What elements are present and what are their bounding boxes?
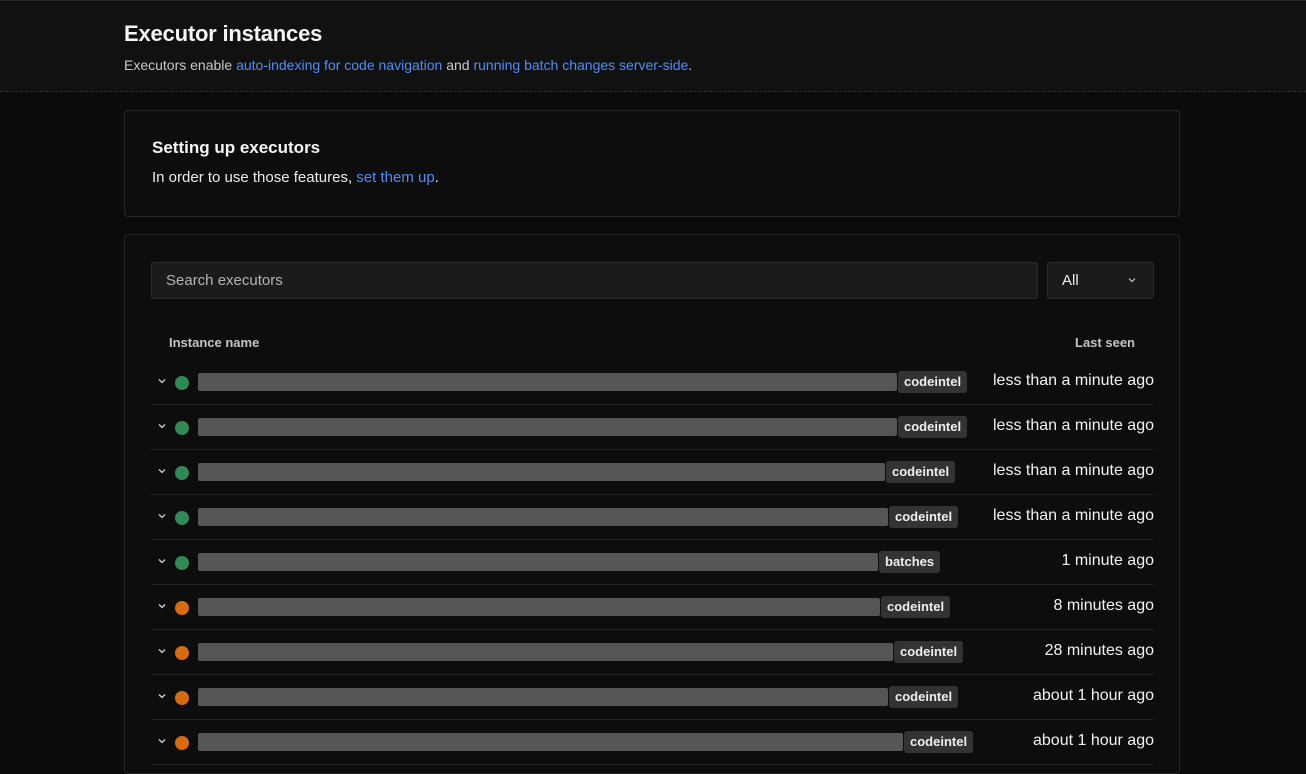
set-them-up-link[interactable]: set them up xyxy=(356,169,434,186)
chevron-down-icon[interactable] xyxy=(156,690,168,702)
executor-row[interactable]: codeintel about 1 hour ago xyxy=(151,720,1154,765)
redacted-instance-name xyxy=(198,373,897,391)
page-description: Executors enable auto-indexing for code … xyxy=(124,57,692,73)
callout-text-suffix: . xyxy=(434,169,439,186)
chevron-down-icon[interactable] xyxy=(156,510,168,522)
queue-badge: codeintel xyxy=(889,506,959,528)
search-input[interactable] xyxy=(151,262,1038,299)
executor-row[interactable]: codeintel less than a minute ago xyxy=(151,405,1154,450)
redacted-instance-name xyxy=(198,418,897,436)
queue-badge: codeintel xyxy=(894,641,964,663)
redacted-instance-name xyxy=(198,643,893,661)
chevron-down-icon[interactable] xyxy=(156,600,168,612)
last-seen: less than a minute ago xyxy=(993,372,1154,389)
redacted-instance-name xyxy=(198,733,903,751)
redacted-instance-name xyxy=(198,688,888,706)
last-seen: 28 minutes ago xyxy=(1044,642,1154,659)
queue-badge: batches xyxy=(879,551,941,573)
queue-badge: codeintel xyxy=(898,416,968,438)
callout-text: In order to use those features, set them… xyxy=(152,169,439,186)
page-description-mid: and xyxy=(442,57,474,73)
last-seen: less than a minute ago xyxy=(993,507,1154,524)
setup-callout: Setting up executors In order to use tho… xyxy=(124,110,1180,217)
callout-text-prefix: In order to use those features, xyxy=(152,169,357,186)
executor-row[interactable]: codeintel less than a minute ago xyxy=(151,495,1154,540)
status-indicator-icon xyxy=(175,691,189,705)
chevron-down-icon xyxy=(1128,278,1136,283)
executor-row[interactable]: codeintel less than a minute ago xyxy=(151,450,1154,495)
status-indicator-icon xyxy=(175,736,189,750)
page-description-prefix: Executors enable xyxy=(124,57,237,73)
last-seen: about 1 hour ago xyxy=(1033,732,1154,749)
filter-select-value: All xyxy=(1062,272,1079,289)
chevron-down-icon[interactable] xyxy=(156,735,168,747)
executor-list-card: All Instance name Last seen codeintel les… xyxy=(124,234,1180,774)
queue-badge: codeintel xyxy=(881,596,951,618)
filter-select[interactable]: All xyxy=(1047,262,1154,299)
chevron-down-icon[interactable] xyxy=(156,555,168,567)
chevron-down-icon[interactable] xyxy=(156,420,168,432)
callout-title: Setting up executors xyxy=(152,138,321,157)
last-seen: 8 minutes ago xyxy=(1053,597,1154,614)
last-seen: about 1 hour ago xyxy=(1033,687,1154,704)
page-header: Executor instances Executors enable auto… xyxy=(0,0,1306,92)
queue-badge: codeintel xyxy=(904,731,974,753)
status-indicator-icon xyxy=(175,646,189,660)
executor-row[interactable]: codeintel 28 minutes ago xyxy=(151,630,1154,675)
last-seen: 1 minute ago xyxy=(1061,552,1154,569)
chevron-down-icon[interactable] xyxy=(156,645,168,657)
queue-badge: codeintel xyxy=(889,686,959,708)
executor-row[interactable]: codeintel 8 minutes ago xyxy=(151,585,1154,630)
last-seen: less than a minute ago xyxy=(993,417,1154,434)
executor-rows: codeintel less than a minute ago codeintel… xyxy=(151,360,1154,765)
status-indicator-icon xyxy=(175,466,189,480)
chevron-down-icon[interactable] xyxy=(156,465,168,477)
executor-row[interactable]: codeintel about 1 hour ago xyxy=(151,675,1154,720)
batch-changes-link[interactable]: running batch changes server-side xyxy=(473,57,688,73)
status-indicator-icon xyxy=(175,376,189,390)
redacted-instance-name xyxy=(198,598,880,616)
status-indicator-icon xyxy=(175,511,189,525)
status-indicator-icon xyxy=(175,556,189,570)
redacted-instance-name xyxy=(198,508,888,526)
queue-badge: codeintel xyxy=(886,461,956,483)
page-title: Executor instances xyxy=(124,21,323,46)
executor-row[interactable]: batches 1 minute ago xyxy=(151,540,1154,585)
last-seen: less than a minute ago xyxy=(993,462,1154,479)
executor-row[interactable]: codeintel less than a minute ago xyxy=(151,360,1154,405)
column-header-instance-name[interactable]: Instance name xyxy=(169,335,259,350)
auto-indexing-link[interactable]: auto-indexing for code navigation xyxy=(236,57,442,73)
redacted-instance-name xyxy=(198,553,878,571)
redacted-instance-name xyxy=(198,463,885,481)
chevron-down-icon[interactable] xyxy=(156,375,168,387)
status-indicator-icon xyxy=(175,421,189,435)
page-description-suffix: . xyxy=(688,57,693,73)
column-header-last-seen[interactable]: Last seen xyxy=(1075,335,1135,350)
queue-badge: codeintel xyxy=(898,371,968,393)
status-indicator-icon xyxy=(175,601,189,615)
